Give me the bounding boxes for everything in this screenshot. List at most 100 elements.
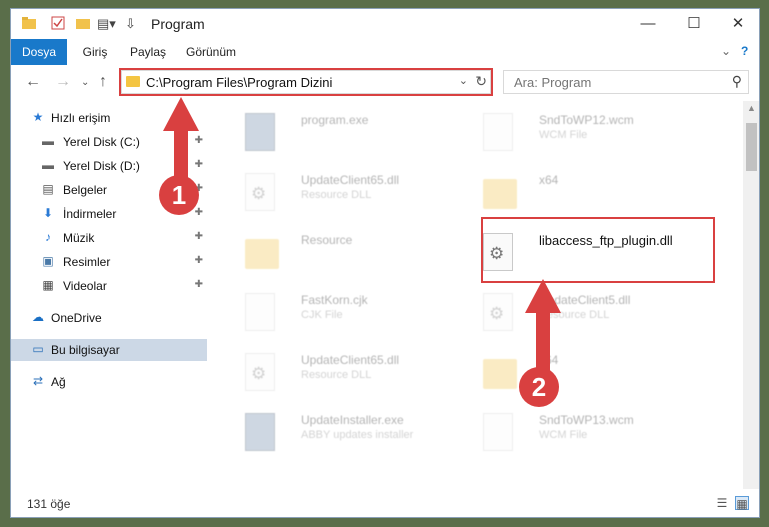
tab-giris[interactable]: Giriş (75, 39, 115, 65)
back-arrow-icon[interactable]: ← (25, 73, 41, 91)
sidebar-item-videos[interactable]: ▦ Videolar ✚ (11, 275, 207, 297)
minimize-button[interactable]: — (625, 9, 671, 39)
search-box[interactable]: ⚲ (503, 70, 749, 94)
sidebar-item-label: Müzik (63, 231, 95, 245)
document-icon (483, 413, 513, 451)
search-input[interactable] (512, 74, 716, 91)
file-item[interactable]: program.exe (229, 105, 469, 161)
file-type: CJK File (301, 309, 343, 321)
folder-item[interactable]: Resource (229, 225, 469, 281)
vertical-scrollbar[interactable]: ▲ (743, 101, 759, 489)
document-icon (483, 113, 513, 151)
folder-icon-svg (22, 17, 36, 29)
file-name: SndToWP12.wcm (539, 113, 634, 127)
file-item[interactable]: SndToWP12.wcm WCM File (467, 105, 707, 161)
dll-icon (245, 353, 275, 391)
window-title: Program (151, 16, 205, 32)
pin-icon: ✚ (194, 207, 203, 218)
drive-icon: ▬ (42, 158, 54, 172)
close-button[interactable]: ✕ (715, 9, 759, 39)
file-name: UpdateInstaller.exe (301, 413, 404, 427)
folder-icon (483, 359, 517, 389)
file-type: WCM File (539, 129, 588, 141)
file-name: UpdateClient65.dll (301, 353, 400, 367)
sidebar-item-label: Yerel Disk (C:) (63, 135, 140, 149)
file-item[interactable]: UpdateClient65.dll Resource DLL (229, 165, 469, 221)
forward-arrow-icon[interactable]: → (55, 73, 71, 91)
folder-item[interactable]: x64 (467, 165, 707, 221)
music-icon: ♪ (45, 230, 51, 244)
target-highlight-box (481, 217, 715, 283)
pin-icon: ✚ (194, 279, 203, 290)
tiles-view-icon[interactable]: ▦ (735, 496, 749, 511)
installer-icon (245, 413, 275, 451)
chevron-down-icon[interactable]: ⌄ (721, 44, 731, 58)
up-arrow-icon[interactable]: ↑ (99, 73, 107, 91)
sidebar-item-this-pc[interactable]: ▭ Bu bilgisayar (11, 339, 207, 361)
videos-icon: ▦ (42, 278, 54, 292)
file-name: Resource (301, 233, 353, 247)
qa-dropdown-icon[interactable]: ⇩ (125, 16, 136, 32)
file-list: program.exe UpdateClient65.dll Resource … (211, 101, 741, 489)
sidebar-item-music[interactable]: ♪ Müzik ✚ (11, 227, 207, 249)
sidebar-item-label: Hızlı erişim (51, 111, 111, 125)
tab-gorunum[interactable]: Görünüm (181, 39, 241, 65)
dll-icon (483, 293, 513, 331)
download-icon: ⬇ (42, 206, 54, 220)
document-icon (245, 293, 275, 331)
sidebar-item-label: Belgeler (63, 183, 108, 197)
ribbon-tabs: Dosya Giriş Paylaş Görünüm ⌄ ? (11, 39, 759, 95)
folder-icon[interactable] (21, 16, 37, 33)
folder-item[interactable]: x64 (467, 345, 707, 401)
sidebar-item-network[interactable]: ⇄ Ağ (11, 371, 207, 393)
help-icon[interactable]: ? (741, 44, 748, 58)
file-item[interactable]: FastKorn.cjk CJK File (229, 285, 469, 341)
folder-icon (245, 239, 279, 269)
sidebar-item-label: Ağ (51, 375, 66, 389)
file-item[interactable]: UpdateClient5.dll Resource DLL (467, 285, 707, 341)
sidebar-item-label: Resimler (63, 255, 111, 269)
file-type: ABBY updates installer (301, 429, 414, 441)
customize-toolbar-icon[interactable]: ▤▾ (97, 16, 116, 32)
file-item[interactable]: UpdateInstaller.exe ABBY updates install… (229, 405, 469, 461)
documents-icon: ▤ (42, 182, 54, 196)
search-icon[interactable]: ⚲ (732, 73, 742, 90)
new-folder-icon[interactable] (75, 16, 91, 33)
cloud-icon: ☁ (32, 310, 44, 324)
checkbox-icon-svg (51, 16, 65, 30)
new-folder-icon-svg (76, 19, 90, 29)
scrollbar-thumb[interactable] (746, 123, 757, 171)
network-icon: ⇄ (32, 374, 44, 388)
exe-icon (245, 113, 275, 151)
sidebar-item-onedrive[interactable]: ☁ OneDrive (11, 307, 207, 329)
pin-icon: ✚ (194, 255, 203, 266)
scroll-up-icon[interactable]: ▲ (743, 103, 759, 113)
pictures-icon: ▣ (42, 254, 54, 268)
sidebar-item-pictures[interactable]: ▣ Resimler ✚ (11, 251, 207, 273)
sidebar-item-label: Bu bilgisayar (51, 343, 120, 357)
file-name: SndToWP13.wcm (539, 413, 634, 427)
file-name: UpdateClient65.dll (301, 173, 400, 187)
file-name: FastKorn.cjk (301, 293, 368, 307)
sidebar-item-label: İndirmeler (63, 207, 117, 221)
file-name: program.exe (301, 113, 369, 127)
tab-paylas[interactable]: Paylaş (125, 39, 171, 65)
maximize-button[interactable]: ☐ (671, 9, 717, 39)
address-highlight-box (119, 68, 493, 96)
recent-locations-icon[interactable]: ⌄ (81, 77, 89, 88)
sidebar-item-label: Videolar (63, 279, 107, 293)
sidebar-item-label: Yerel Disk (D:) (63, 159, 140, 173)
dll-icon (245, 173, 275, 211)
folder-icon (483, 179, 517, 209)
item-count: 131 öğe (27, 497, 71, 511)
details-view-icon[interactable]: ☰ (715, 496, 729, 510)
file-name: x64 (539, 173, 559, 187)
file-type: WCM File (539, 429, 588, 441)
star-icon: ★ (32, 110, 44, 124)
properties-icon[interactable] (51, 16, 65, 33)
drive-icon: ▬ (42, 134, 54, 148)
file-item[interactable]: SndToWP13.wcm WCM File (467, 405, 707, 461)
file-type: Resource DLL (301, 369, 372, 381)
file-type: Resource DLL (301, 189, 372, 201)
file-item[interactable]: UpdateClient65.dll Resource DLL (229, 345, 469, 401)
